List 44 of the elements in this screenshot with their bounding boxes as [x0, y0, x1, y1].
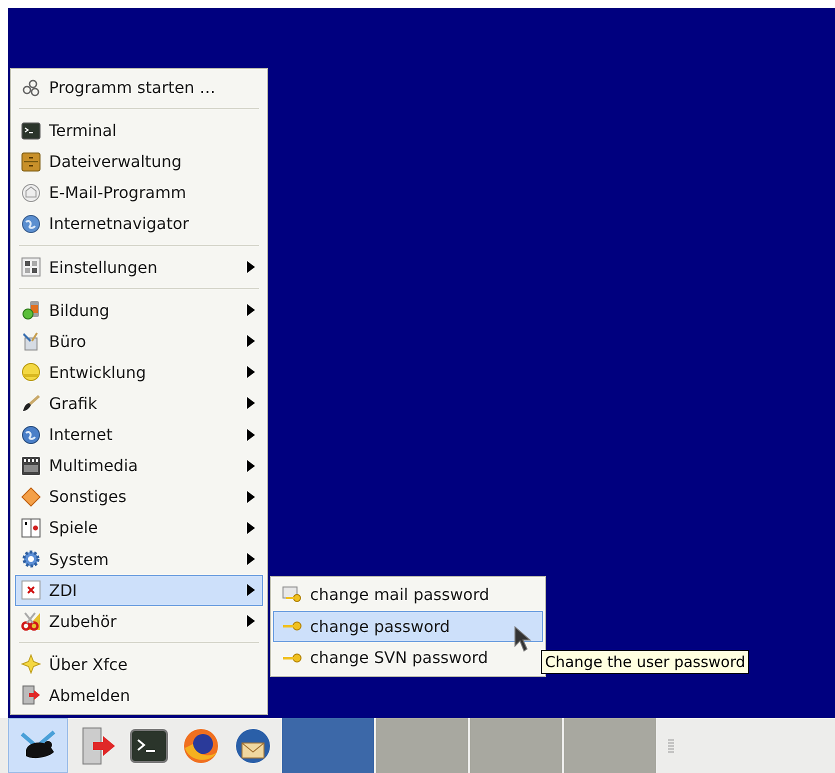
logout-icon — [21, 685, 41, 706]
menu-item[interactable]: change mail password — [273, 579, 543, 610]
menu-item[interactable]: Entwicklung — [15, 356, 263, 388]
menu-item[interactable]: E-Mail-Programm — [15, 177, 263, 208]
brush-icon — [21, 393, 41, 414]
menu-item[interactable]: Sonstiges — [15, 481, 263, 512]
menu-item[interactable]: change password — [273, 610, 543, 642]
menu-item[interactable]: change SVN password — [273, 642, 543, 674]
menu-item[interactable]: Bildung — [15, 294, 263, 326]
tooltip: Change the user password — [541, 650, 750, 674]
menu-item[interactable]: Zubehör — [15, 606, 263, 637]
menu-item[interactable]: Büro — [15, 326, 263, 357]
menu-item[interactable]: Spiele — [15, 512, 263, 544]
terminal-icon — [21, 120, 41, 141]
menu-item[interactable]: Terminal — [15, 115, 263, 146]
menu-item[interactable]: Programm starten … — [15, 72, 263, 104]
flask-icon — [21, 300, 41, 320]
panels-icon — [21, 257, 41, 278]
menu-item[interactable]: ZDI — [15, 574, 263, 606]
menu-item[interactable]: Grafik — [15, 388, 263, 420]
menu-item[interactable]: Multimedia — [15, 450, 263, 482]
handle-icon[interactable] — [668, 738, 674, 752]
x-icon — [21, 580, 41, 600]
envelope-key-icon — [282, 584, 302, 605]
cards-icon — [21, 518, 41, 538]
star-icon — [21, 654, 41, 674]
menu-item[interactable]: Einstellungen — [15, 252, 263, 283]
start-button[interactable] — [8, 718, 68, 773]
menu-item[interactable]: System — [15, 543, 263, 575]
menu-item[interactable]: Internetnavigator — [15, 208, 263, 240]
cursor-icon — [514, 626, 532, 654]
gear-icon — [21, 549, 41, 570]
scissors-icon — [21, 611, 41, 632]
menu-item[interactable]: Internet — [15, 419, 263, 450]
menu-item[interactable]: Abmelden — [15, 680, 263, 712]
globe-icon — [21, 424, 41, 445]
globe-icon — [21, 214, 41, 234]
diamond-icon — [21, 486, 41, 507]
drawer-icon — [21, 152, 41, 172]
helmet-icon — [21, 362, 41, 382]
menu-item[interactable]: Über Xfce — [15, 648, 263, 680]
gears-icon — [21, 78, 41, 98]
clapperboard-icon — [21, 456, 41, 476]
menu-item[interactable]: Dateiverwaltung — [15, 146, 263, 178]
